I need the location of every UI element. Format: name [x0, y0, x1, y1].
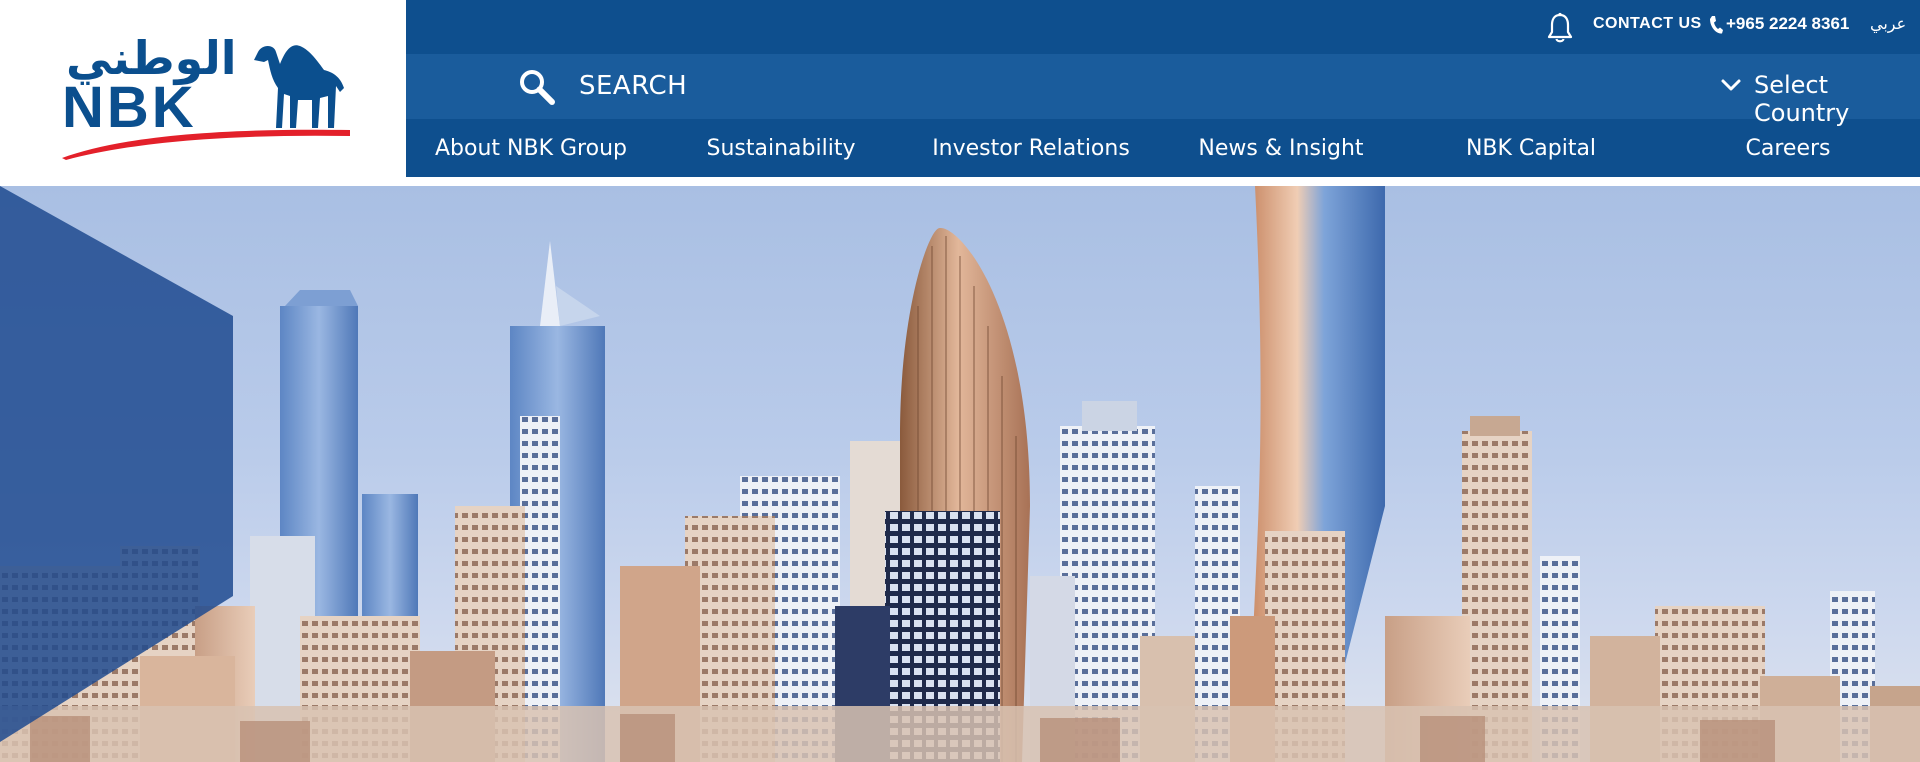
- language-toggle-link[interactable]: عربي: [1870, 14, 1906, 33]
- phone-icon: [1710, 16, 1723, 34]
- contact-us-link[interactable]: CONTACT US: [1593, 15, 1702, 33]
- nav-item-about-nbk-group[interactable]: About NBK Group: [406, 119, 656, 177]
- search-bar: SEARCH Select Country: [406, 54, 1920, 127]
- camel-icon: [254, 45, 344, 128]
- chevron-down-icon[interactable]: [1720, 76, 1742, 94]
- nav-item-news-insight[interactable]: News & Insight: [1156, 119, 1406, 177]
- bell-icon[interactable]: [1545, 12, 1575, 44]
- logo-swoosh: [62, 129, 350, 160]
- nbk-logo[interactable]: الوطني NBK: [62, 30, 352, 160]
- nav-item-investor-relations[interactable]: Investor Relations: [906, 119, 1156, 177]
- search-button[interactable]: SEARCH: [579, 71, 687, 101]
- nav-item-sustainability[interactable]: Sustainability: [656, 119, 906, 177]
- hero-banner: [0, 186, 1920, 762]
- city-skyline-image: [0, 186, 1920, 762]
- nav-item-careers[interactable]: Careers: [1656, 119, 1920, 177]
- phone-number-link[interactable]: +965 2224 8361: [1726, 14, 1849, 34]
- utility-bar: CONTACT US +965 2224 8361 عربي: [406, 0, 1920, 54]
- nav-item-nbk-capital[interactable]: NBK Capital: [1406, 119, 1656, 177]
- hero-overlay-shape: [0, 186, 233, 742]
- site-header: CONTACT US +965 2224 8361 عربي SEARCH Se…: [406, 0, 1920, 177]
- main-nav: About NBK Group Sustainability Investor …: [406, 119, 1920, 177]
- search-icon[interactable]: [518, 68, 556, 106]
- logo-panel: الوطني NBK: [0, 0, 406, 185]
